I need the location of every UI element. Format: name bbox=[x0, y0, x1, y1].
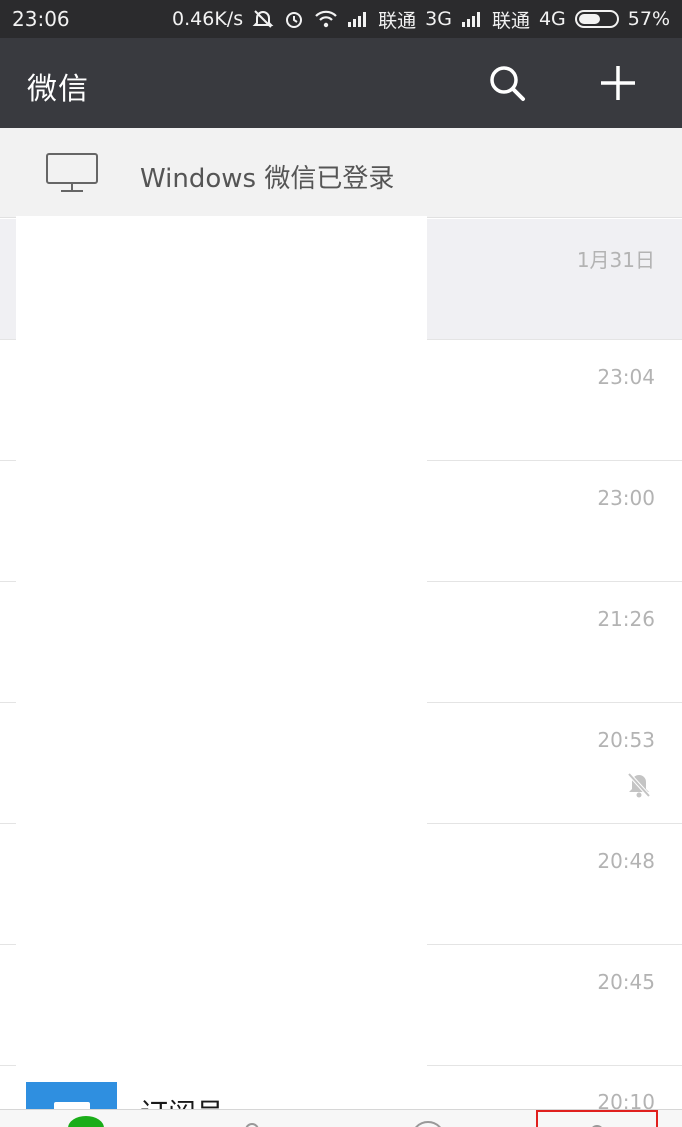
subscription-avatar[interactable] bbox=[26, 1082, 117, 1116]
signal-icon bbox=[347, 10, 369, 28]
network-type-2: 4G bbox=[538, 8, 566, 30]
carrier-2: 联通 bbox=[491, 9, 530, 32]
battery-fill bbox=[578, 14, 600, 24]
chat-time: 20:48 bbox=[597, 849, 655, 873]
network-type-1: 3G bbox=[425, 8, 452, 30]
tab-contacts[interactable] bbox=[222, 1110, 282, 1127]
app-title: 微信 bbox=[27, 72, 89, 107]
person-icon bbox=[592, 1125, 602, 1127]
chat-time: 20:45 bbox=[597, 970, 655, 994]
app-header: 微信 bbox=[0, 38, 682, 128]
login-status-text: Windows 微信已登录 bbox=[140, 164, 395, 194]
plus-icon bbox=[601, 66, 635, 100]
network-speed: 0.46K/s bbox=[172, 8, 244, 30]
search-icon bbox=[490, 66, 525, 101]
signal-icon-2 bbox=[461, 10, 483, 28]
alarm-icon bbox=[283, 8, 305, 30]
chat-time: 23:04 bbox=[597, 365, 655, 389]
search-button[interactable] bbox=[484, 60, 530, 106]
bottom-tab-bar bbox=[0, 1109, 682, 1127]
battery-percent: 57% bbox=[627, 8, 670, 30]
status-indicators: 0.46K/s 联通 3G 联通 4G 57% bbox=[172, 6, 670, 33]
add-button[interactable] bbox=[595, 60, 641, 106]
tab-chats[interactable] bbox=[56, 1110, 116, 1127]
chat-icon bbox=[68, 1116, 104, 1127]
status-bar: 23:06 0.46K/s 联通 3G 联通 4G 57% bbox=[0, 0, 682, 38]
chat-time: 1月31日 bbox=[576, 248, 655, 272]
wifi-icon bbox=[314, 9, 338, 29]
tab-discover[interactable] bbox=[398, 1110, 458, 1127]
mute-bell-icon bbox=[624, 769, 654, 803]
notification-off-icon bbox=[252, 8, 274, 30]
chat-time: 20:53 bbox=[597, 728, 655, 752]
status-time: 23:06 bbox=[12, 7, 70, 31]
redacted-area bbox=[16, 216, 427, 1108]
contacts-icon bbox=[245, 1123, 259, 1127]
carrier-1: 联通 bbox=[378, 9, 417, 32]
chat-time: 23:00 bbox=[597, 486, 655, 510]
windows-login-banner[interactable]: Windows 微信已登录 bbox=[0, 128, 682, 218]
tab-me[interactable] bbox=[536, 1110, 658, 1127]
chat-time: 21:26 bbox=[597, 607, 655, 631]
battery-icon bbox=[574, 10, 619, 28]
compass-icon bbox=[415, 1121, 441, 1127]
monitor-icon bbox=[46, 153, 98, 192]
